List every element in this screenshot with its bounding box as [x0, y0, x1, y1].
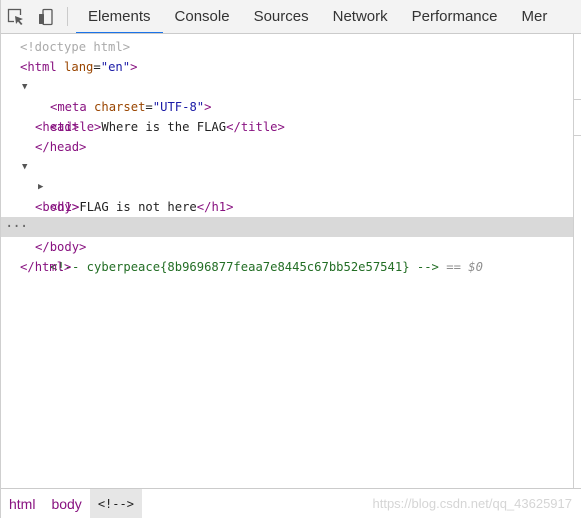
- tree-row-doctype[interactable]: <!doctype html>: [1, 37, 573, 57]
- title-tag: title: [57, 120, 95, 134]
- h1-close-tag: h1: [211, 200, 227, 214]
- charset-attr: charset: [94, 100, 146, 114]
- pane-divider: [574, 100, 581, 136]
- title-text: Where is the FLAG: [101, 120, 227, 134]
- tab-sources[interactable]: Sources: [242, 0, 321, 33]
- tree-row-meta[interactable]: <meta charset="UTF-8">: [1, 97, 573, 117]
- breadcrumb-body[interactable]: body: [43, 489, 89, 518]
- devtools-panel: Elements Console Sources Network Perform…: [0, 0, 581, 518]
- doctype-text: <!doctype html>: [20, 40, 131, 54]
- h1-tag: h1: [57, 200, 73, 214]
- html-close-tag: html: [34, 260, 65, 274]
- breadcrumb-comment[interactable]: <!-->: [89, 489, 142, 518]
- title-close-tag: title: [240, 120, 278, 134]
- tree-row-html[interactable]: <html lang="en">: [1, 57, 573, 77]
- body-close-tag: body: [49, 240, 80, 254]
- dom-tree: <!doctype html> <html lang="en"> ▼ <head…: [1, 34, 573, 488]
- tree-row-head[interactable]: ▼ <head>: [1, 77, 573, 134]
- devtools-toolbar: Elements Console Sources Network Perform…: [1, 0, 581, 34]
- row-menu-icon[interactable]: ...: [5, 213, 28, 233]
- collapse-triangle-icon[interactable]: ▶: [38, 177, 43, 197]
- tree-row-title[interactable]: <title>Where is the FLAG</title>: [1, 117, 573, 137]
- meta-tag: meta: [57, 100, 87, 114]
- tab-network[interactable]: Network: [321, 0, 400, 33]
- expand-triangle-icon[interactable]: ▼: [22, 157, 27, 177]
- watermark-text: https://blog.csdn.net/qq_43625917: [372, 496, 573, 511]
- tree-row-h1[interactable]: <h1>FLAG is not here</h1>: [1, 197, 573, 217]
- lang-attr: lang: [64, 60, 94, 74]
- lang-value: "en": [100, 60, 131, 74]
- tree-row-head-close[interactable]: </head>: [1, 137, 573, 157]
- tree-row-body[interactable]: ▼ <body>: [1, 157, 573, 214]
- tab-performance[interactable]: Performance: [400, 0, 510, 33]
- tab-memory[interactable]: Mer: [510, 0, 560, 33]
- toolbar-divider: [67, 7, 68, 26]
- device-toolbar-icon[interactable]: [31, 0, 61, 33]
- tree-row-script[interactable]: ▶ <script>…</script>: [1, 177, 573, 234]
- html-tag: html: [27, 60, 57, 74]
- h1-text: FLAG is not here: [79, 200, 197, 214]
- tree-row-html-close[interactable]: </html>: [1, 257, 573, 277]
- breadcrumb-html[interactable]: html: [1, 489, 43, 518]
- charset-value: "UTF-8": [152, 100, 205, 114]
- head-close-tag: head: [49, 140, 80, 154]
- inspect-element-icon[interactable]: [1, 0, 31, 33]
- expand-triangle-icon[interactable]: ▼: [22, 77, 27, 97]
- styles-pane-edge[interactable]: [573, 34, 581, 488]
- tab-console[interactable]: Console: [163, 0, 242, 33]
- tree-row-body-close[interactable]: </body>: [1, 237, 573, 257]
- breadcrumb: html body <!--> https://blog.csdn.net/qq…: [1, 488, 581, 518]
- tree-row-comment-selected[interactable]: ... <!-- cyberpeace{8b9696877feaa7e8445c…: [1, 215, 573, 274]
- pane-divider: [574, 70, 581, 100]
- tab-elements[interactable]: Elements: [76, 0, 163, 33]
